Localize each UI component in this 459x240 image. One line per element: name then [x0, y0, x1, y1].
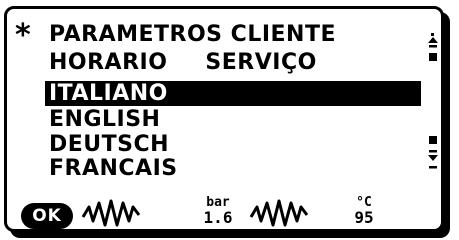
servico-label: SERVIÇO: [205, 50, 317, 75]
language-item-deutsch[interactable]: DEUTSCH: [45, 132, 421, 157]
ok-button[interactable]: OK: [21, 203, 73, 229]
horario-label: HORARIO: [49, 50, 168, 75]
pressure-gauge: bar 1.6: [201, 195, 235, 227]
current-item-marker: *: [15, 18, 31, 53]
language-item-italiano[interactable]: ITALIANO: [45, 81, 421, 106]
wave-icon: [249, 199, 309, 227]
wave-icon: [81, 199, 141, 227]
pressure-value: 1.6: [203, 208, 233, 227]
language-item-english[interactable]: ENGLISH: [45, 107, 421, 132]
temperature-gauge: °C 95: [347, 195, 381, 227]
temperature-value: 95: [354, 208, 374, 227]
menu-item-horario-servico[interactable]: HORARIO SERVIÇO: [49, 50, 317, 75]
language-item-francais[interactable]: FRANCAIS: [45, 156, 421, 181]
lcd-screen: * PARAMETROS CLIENTE HORARIO SERVIÇO ITAL…: [4, 6, 444, 232]
status-bar: OK bar 1.6 °C 95: [21, 195, 431, 233]
scroll-down-icon[interactable]: [427, 136, 439, 172]
menu-item-parametros-cliente[interactable]: PARAMETROS CLIENTE: [49, 22, 336, 47]
scroll-up-icon[interactable]: [427, 33, 439, 69]
